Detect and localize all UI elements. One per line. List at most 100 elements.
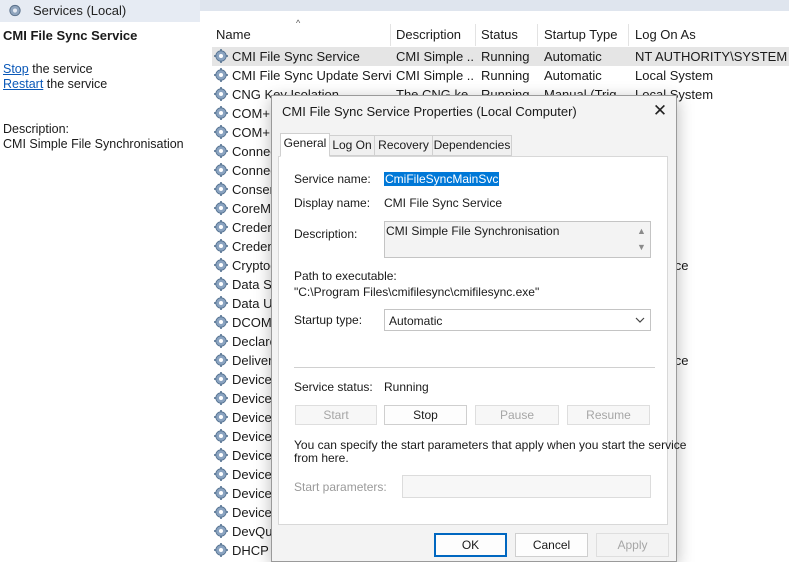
gear-icon	[213, 181, 229, 197]
stop-link[interactable]: Stop	[3, 62, 29, 76]
service-status-cell: Running	[481, 49, 530, 64]
gear-icon	[213, 333, 229, 349]
description-field-text: CMI Simple File Synchronisation	[386, 224, 560, 238]
column-divider[interactable]	[628, 24, 629, 46]
general-tab-panel: Service name: CmiFileSyncMainSvc Display…	[278, 156, 686, 525]
gear-icon	[213, 238, 229, 254]
start-params-input[interactable]	[402, 475, 651, 498]
column-header-description[interactable]: Description	[396, 27, 461, 42]
restart-service-line: Restart the service	[3, 77, 107, 91]
scroll-down-icon[interactable]: ▼	[637, 242, 646, 252]
tab-recovery[interactable]: Recovery	[374, 135, 433, 156]
tab-general[interactable]: General	[280, 133, 330, 157]
description-text: CMI Simple File Synchronisation	[3, 137, 184, 151]
properties-dialog: CMI File Sync Service Properties (Local …	[271, 95, 686, 562]
service-status-cell: Running	[481, 68, 530, 83]
description-scrollbar[interactable]: ▲ ▼	[634, 222, 650, 257]
gear-icon	[213, 466, 229, 482]
tab-log-on[interactable]: Log On	[329, 135, 375, 156]
dialog-title: CMI File Sync Service Properties (Local …	[282, 104, 577, 119]
startup-type-label: Startup type:	[294, 313, 363, 327]
tab-dependencies[interactable]: Dependencies	[432, 135, 512, 156]
gear-icon	[213, 200, 229, 216]
restart-link[interactable]: Restart	[3, 77, 43, 91]
service-status-value: Running	[384, 380, 429, 394]
service-logon-cell: NT AUTHORITY\SYSTEM	[635, 49, 788, 64]
column-header-startup-type[interactable]: Startup Type	[544, 27, 617, 42]
selected-service-title: CMI File Sync Service	[3, 28, 138, 43]
gear-icon	[213, 314, 229, 330]
close-icon[interactable]: ✕	[648, 100, 672, 122]
startup-type-value: Automatic	[389, 314, 443, 328]
service-status-label: Service status:	[294, 380, 373, 394]
service-logon-cell: Local System	[635, 68, 714, 83]
cancel-button[interactable]: Cancel	[515, 533, 588, 557]
stop-link-suffix: the service	[28, 62, 93, 76]
gear-icon	[213, 447, 229, 463]
gear-icon	[213, 352, 229, 368]
service-startup-cell: Automatic	[544, 68, 602, 83]
service-description-cell: CMI Simple ...	[396, 49, 474, 64]
column-divider[interactable]	[537, 24, 538, 46]
services-window: Services (Local) CMI File Sync Service S…	[0, 0, 789, 562]
path-value: "C:\Program Files\cmifilesync\cmifilesyn…	[294, 285, 540, 299]
gear-icon	[213, 504, 229, 520]
service-name-cell: CMI File Sync Service	[232, 49, 360, 64]
title-bar: Services (Local)	[0, 0, 789, 22]
gear-icon	[213, 105, 229, 121]
service-startup-cell: Automatic	[544, 49, 602, 64]
start-params-label: Start parameters:	[294, 480, 387, 494]
column-divider[interactable]	[475, 24, 476, 46]
service-name-label: Service name:	[294, 172, 371, 186]
gear-icon	[213, 295, 229, 311]
column-divider[interactable]	[390, 24, 391, 46]
column-header-name[interactable]: Name	[216, 27, 251, 42]
stop-button[interactable]: Stop	[384, 405, 467, 425]
start-params-hint-line1: You can specify the start parameters tha…	[294, 438, 687, 452]
chevron-down-icon	[635, 317, 645, 323]
pause-button[interactable]: Pause	[475, 405, 559, 425]
gear-icon	[213, 257, 229, 273]
description-field[interactable]: CMI Simple File Synchronisation ▲ ▼	[384, 221, 651, 258]
description-label: Description:	[3, 122, 69, 136]
start-button[interactable]: Start	[295, 405, 377, 425]
gear-icon	[213, 124, 229, 140]
gear-icon	[213, 276, 229, 292]
start-params-hint-line2: from here.	[294, 451, 349, 465]
sort-ascending-icon: ^	[296, 18, 301, 28]
apply-button[interactable]: Apply	[596, 533, 669, 557]
service-name-value[interactable]: CmiFileSyncMainSvc	[384, 172, 500, 186]
display-name-field[interactable]: CMI File Sync Service	[384, 196, 502, 210]
gear-icon	[213, 162, 229, 178]
display-name-label: Display name:	[294, 196, 371, 210]
gear-icon	[213, 371, 229, 387]
restart-link-suffix: the service	[43, 77, 108, 91]
gear-icon	[213, 67, 229, 83]
scroll-up-icon[interactable]: ▲	[637, 226, 646, 236]
resume-button[interactable]: Resume	[567, 405, 650, 425]
ok-button[interactable]: OK	[434, 533, 507, 557]
gear-icon	[213, 390, 229, 406]
startup-type-select[interactable]: Automatic	[384, 309, 651, 331]
gear-icon	[213, 143, 229, 159]
gear-icon	[213, 219, 229, 235]
table-row[interactable]: CMI File Sync Service CMI Simple ... Runni…	[212, 47, 789, 66]
gear-icon	[213, 523, 229, 539]
service-name-cell: CMI File Sync Update Service	[232, 68, 392, 83]
gear-icon	[213, 409, 229, 425]
service-description-cell: CMI Simple ...	[396, 68, 474, 83]
services-tab[interactable]: Services (Local)	[0, 0, 200, 22]
column-header-status[interactable]: Status	[481, 27, 518, 42]
gear-icon	[213, 485, 229, 501]
services-gear-icon	[9, 4, 21, 17]
gear-icon	[213, 48, 229, 64]
title-bar-strip	[200, 0, 789, 11]
path-label: Path to executable:	[294, 269, 397, 283]
description-field-label: Description:	[294, 227, 358, 241]
window-title: Services (Local)	[33, 3, 127, 18]
section-divider	[294, 367, 655, 368]
stop-service-line: Stop the service	[3, 62, 93, 76]
column-header-log-on-as[interactable]: Log On As	[635, 27, 696, 42]
table-row[interactable]: CMI File Sync Update Service CMI Simple .…	[212, 66, 789, 85]
gear-icon	[213, 542, 229, 558]
